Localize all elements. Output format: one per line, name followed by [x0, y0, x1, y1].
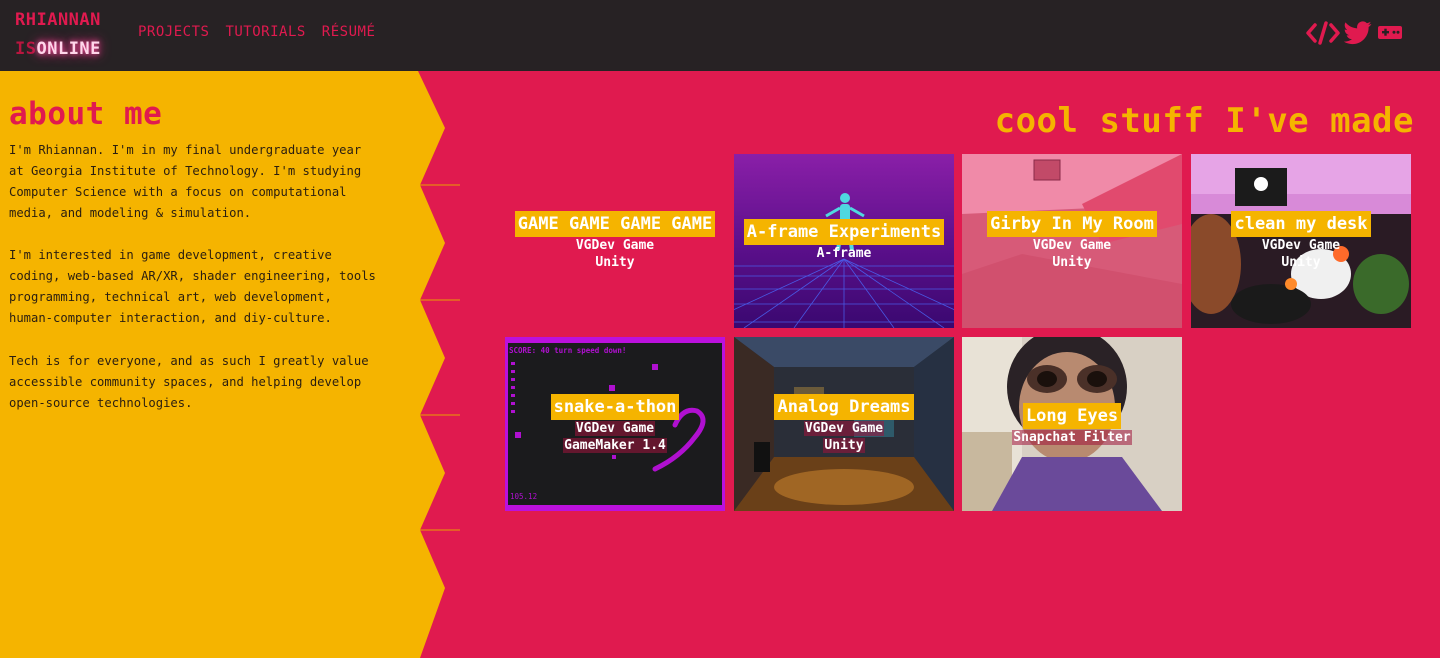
project-tag: VGDev Game [1032, 238, 1112, 253]
nav-projects[interactable]: PROJECTS [138, 24, 209, 40]
project-tag: VGDev Game [575, 238, 655, 253]
project-card-snake-a-thon[interactable]: SCORE: 40 turn speed down! 105.12 snake-… [505, 337, 725, 511]
logo-prefix: IS [15, 39, 37, 59]
project-title: clean my desk [1231, 211, 1371, 237]
logo-glow-text: ONLINE [36, 39, 101, 59]
logo-line1: RHIANNAN [15, 10, 101, 30]
snake-score-text: SCORE: 40 turn speed down! [509, 346, 626, 355]
project-title: Long Eyes [1022, 403, 1122, 429]
main-nav: PROJECTS TUTORIALS RÉSUMÉ [138, 24, 375, 40]
project-tag: VGDev Game [803, 421, 885, 436]
project-title: Girby In My Room [987, 211, 1157, 237]
code-icon[interactable] [1306, 20, 1340, 50]
twitter-icon[interactable] [1343, 21, 1372, 49]
project-title: GAME GAME GAME GAME [514, 211, 716, 237]
project-card-long-eyes[interactable]: Long Eyes Snapchat Filter [962, 337, 1182, 511]
about-heading: about me [9, 96, 163, 132]
project-card-clean-my-desk[interactable]: clean my desk VGDev Game Unity [1191, 154, 1411, 328]
project-tag: Unity [1281, 255, 1321, 270]
social-links [1306, 20, 1404, 50]
site-logo[interactable]: RHIANNAN ISONLINE [15, 6, 101, 64]
snake-footer-text: 105.12 [510, 492, 537, 501]
project-card-girby[interactable]: Girby In My Room VGDev Game Unity [962, 154, 1182, 328]
top-navbar: RHIANNAN ISONLINE PROJECTS TUTORIALS RÉS… [0, 0, 1440, 71]
about-paragraph: Tech is for everyone, and as such I grea… [9, 354, 369, 410]
project-tag: Unity [823, 438, 865, 453]
nav-resume[interactable]: RÉSUMÉ [322, 24, 376, 40]
about-panel: about me I'm Rhiannan. I'm in my final u… [0, 71, 460, 658]
projects-heading: cool stuff I've made [994, 101, 1414, 141]
project-card-game-game[interactable]: GAME GAME GAME GAME VGDev Game Unity [505, 154, 725, 328]
nav-tutorials[interactable]: TUTORIALS [225, 24, 305, 40]
gamepad-icon[interactable] [1376, 21, 1404, 49]
project-card-analog-dreams[interactable]: Analog Dreams VGDev Game Unity [734, 337, 954, 511]
project-tag: Unity [1052, 255, 1092, 270]
project-tag: VGDev Game [574, 421, 656, 436]
project-title: Analog Dreams [774, 394, 914, 420]
project-card-aframe[interactable]: A-frame Experiments A-frame [734, 154, 954, 328]
project-tag: Snapchat Filter [1012, 430, 1132, 445]
project-tag: Unity [595, 255, 635, 270]
project-tag: GameMaker 1.4 [563, 438, 667, 453]
project-title: A-frame Experiments [743, 219, 945, 245]
about-paragraph: I'm interested in game development, crea… [9, 248, 376, 325]
about-paragraph: I'm Rhiannan. I'm in my final undergradu… [9, 143, 362, 220]
project-title: snake-a-thon [550, 394, 680, 420]
project-tag: VGDev Game [1261, 238, 1341, 253]
project-tag: A-frame [816, 246, 872, 261]
